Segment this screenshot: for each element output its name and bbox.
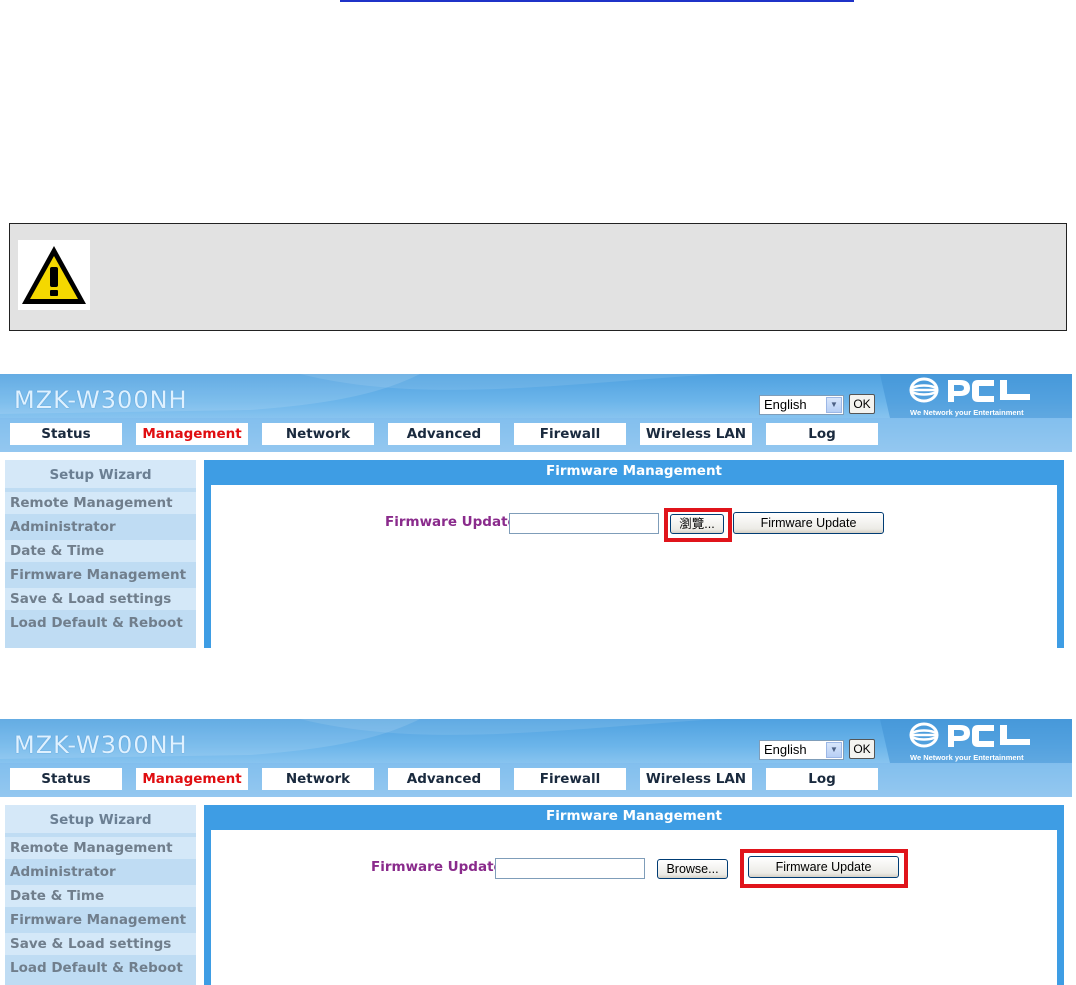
sidebar-item-remote-management[interactable]: Remote Management: [5, 837, 196, 859]
tab-network[interactable]: Network: [262, 423, 374, 445]
language-ok-button[interactable]: OK: [849, 394, 875, 414]
link-underline: [340, 0, 854, 2]
tab-advanced[interactable]: Advanced: [388, 768, 500, 790]
sidebar-item-remote-management[interactable]: Remote Management: [5, 492, 196, 514]
sidebar-item-administrator[interactable]: Administrator: [5, 516, 196, 538]
tab-status[interactable]: Status: [10, 768, 122, 790]
page-title: Firmware Management: [545, 463, 723, 479]
tab-firewall[interactable]: Firewall: [514, 768, 626, 790]
sidebar-item-setup-wizard[interactable]: Setup Wizard: [5, 805, 196, 833]
sidebar-item-date-time[interactable]: Date & Time: [5, 540, 196, 562]
logo-tagline: We Network your Entertainment: [910, 753, 1024, 762]
warning-icon: [18, 240, 90, 310]
highlight-box: [740, 849, 908, 888]
content-body: [211, 830, 1057, 985]
firmware-update-button[interactable]: Firmware Update: [733, 512, 884, 534]
highlight-box: [664, 508, 732, 542]
sidebar-item-date-time[interactable]: Date & Time: [5, 885, 196, 907]
tab-network[interactable]: Network: [262, 768, 374, 790]
sidebar-item-administrator[interactable]: Administrator: [5, 861, 196, 883]
chevron-down-icon[interactable]: ▼: [826, 397, 842, 413]
firmware-update-label: Firmware Update: [385, 514, 517, 530]
model-name: MZK-W300NH: [14, 731, 188, 759]
language-ok-button[interactable]: OK: [849, 739, 875, 759]
language-value: English: [764, 742, 807, 757]
router-screenshot-browse: MZK-W300NH English ▼ OK We Network your …: [0, 374, 1072, 648]
firmware-file-input[interactable]: [509, 513, 659, 534]
warning-note: [9, 223, 1067, 331]
language-select[interactable]: English ▼: [759, 740, 844, 760]
router-screenshot-update: MZK-W300NH English ▼ OK We Network your …: [0, 719, 1072, 985]
router-header: MZK-W300NH English ▼ OK We Network your …: [0, 719, 1072, 797]
tab-status[interactable]: Status: [10, 423, 122, 445]
tab-log[interactable]: Log: [766, 768, 878, 790]
firmware-file-input[interactable]: [495, 858, 645, 879]
chevron-down-icon[interactable]: ▼: [826, 742, 842, 758]
browse-button[interactable]: Browse...: [657, 859, 728, 879]
language-select[interactable]: English ▼: [759, 395, 844, 415]
tab-wireless-lan[interactable]: Wireless LAN: [640, 423, 752, 445]
sidebar-item-setup-wizard[interactable]: Setup Wizard: [5, 460, 196, 488]
logo-tagline: We Network your Entertainment: [910, 408, 1024, 417]
language-value: English: [764, 397, 807, 412]
sidebar-item-save-load-settings[interactable]: Save & Load settings: [5, 933, 196, 955]
tab-wireless-lan[interactable]: Wireless LAN: [640, 768, 752, 790]
content-body: [211, 485, 1057, 648]
tab-log[interactable]: Log: [766, 423, 878, 445]
tab-management[interactable]: Management: [136, 768, 248, 790]
tab-advanced[interactable]: Advanced: [388, 423, 500, 445]
tab-firewall[interactable]: Firewall: [514, 423, 626, 445]
router-header: MZK-W300NH English ▼ OK We Network your …: [0, 374, 1072, 452]
page-title: Firmware Management: [545, 808, 723, 824]
sidebar-item-save-load-settings[interactable]: Save & Load settings: [5, 588, 196, 610]
sidebar-item-load-default-reboot[interactable]: Load Default & Reboot: [5, 957, 196, 979]
sidebar-item-load-default-reboot[interactable]: Load Default & Reboot: [5, 612, 196, 634]
firmware-update-label: Firmware Update: [371, 859, 503, 875]
tab-management[interactable]: Management: [136, 423, 248, 445]
sidebar-item-firmware-management[interactable]: Firmware Management: [5, 909, 196, 931]
sidebar-item-firmware-management[interactable]: Firmware Management: [5, 564, 196, 586]
model-name: MZK-W300NH: [14, 386, 188, 414]
